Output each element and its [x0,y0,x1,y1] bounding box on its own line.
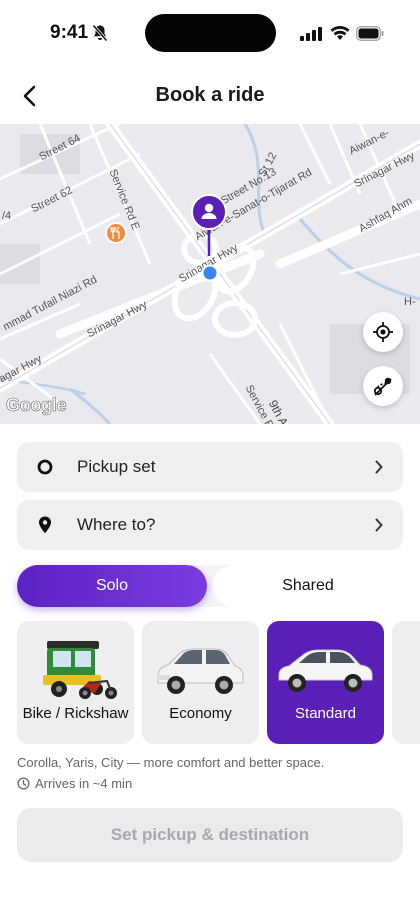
solo-option[interactable]: Solo [17,565,207,607]
vehicle-options: Bike / Rickshaw Economy Standard [17,621,420,745]
destination-field[interactable]: Where to? [17,500,403,550]
status-time: 9:41 [50,22,89,43]
set-pickup-destination-button[interactable]: Set pickup & destination [17,808,403,862]
shared-option[interactable]: Shared [213,565,403,607]
sedan-icon [278,649,373,692]
chevron-right-icon [375,518,383,532]
rickshaw-icon [43,641,117,699]
pickup-field[interactable]: Pickup set [17,442,403,492]
header: Book a ride [0,72,420,120]
destination-label: Where to? [77,515,156,534]
pickup-pin-icon[interactable] [191,194,231,284]
wifi-icon [330,25,350,40]
vehicle-name: Standard [295,705,356,722]
eta-row: Arrives in ~4 min [17,776,132,791]
map-label: /4 [2,210,12,222]
vehicle-card-more[interactable] [392,621,420,744]
ride-mode-toggle: Solo Shared [17,565,403,607]
vehicle-description: Corolla, Yaris, City — more comfort and … [17,755,325,770]
page-title: Book a ride [155,84,265,106]
cellular-signal-icon [300,27,322,41]
pickup-label: Pickup set [77,457,156,476]
vehicle-name: Economy [169,705,232,722]
vehicle-card-standard[interactable]: Standard [267,621,384,744]
vehicle-card-bike-rickshaw[interactable]: Bike / Rickshaw [17,621,134,744]
clock-icon [17,777,30,790]
map-pin-icon [31,516,59,534]
vehicle-name: Bike / Rickshaw [22,705,129,722]
map-label: H- [404,296,416,308]
car-icon [157,648,244,694]
battery-icon [356,26,384,41]
route-button[interactable] [363,366,403,406]
circle-icon [31,459,59,475]
dynamic-island [145,14,276,52]
restaurant-poi-icon[interactable] [105,222,127,244]
eta-text: Arrives in ~4 min [35,776,133,791]
chevron-right-icon [375,460,383,474]
google-attribution: Google [6,395,67,416]
route-icon [373,377,392,396]
my-location-button[interactable] [363,312,403,352]
status-bar: 9:41 [0,0,420,64]
bell-off-icon [92,24,108,42]
crosshair-icon [373,322,393,342]
vehicle-card-economy[interactable]: Economy [142,621,259,744]
map-view[interactable]: Street 64 Street 62 /4 Service Rd E St 1… [0,124,420,424]
